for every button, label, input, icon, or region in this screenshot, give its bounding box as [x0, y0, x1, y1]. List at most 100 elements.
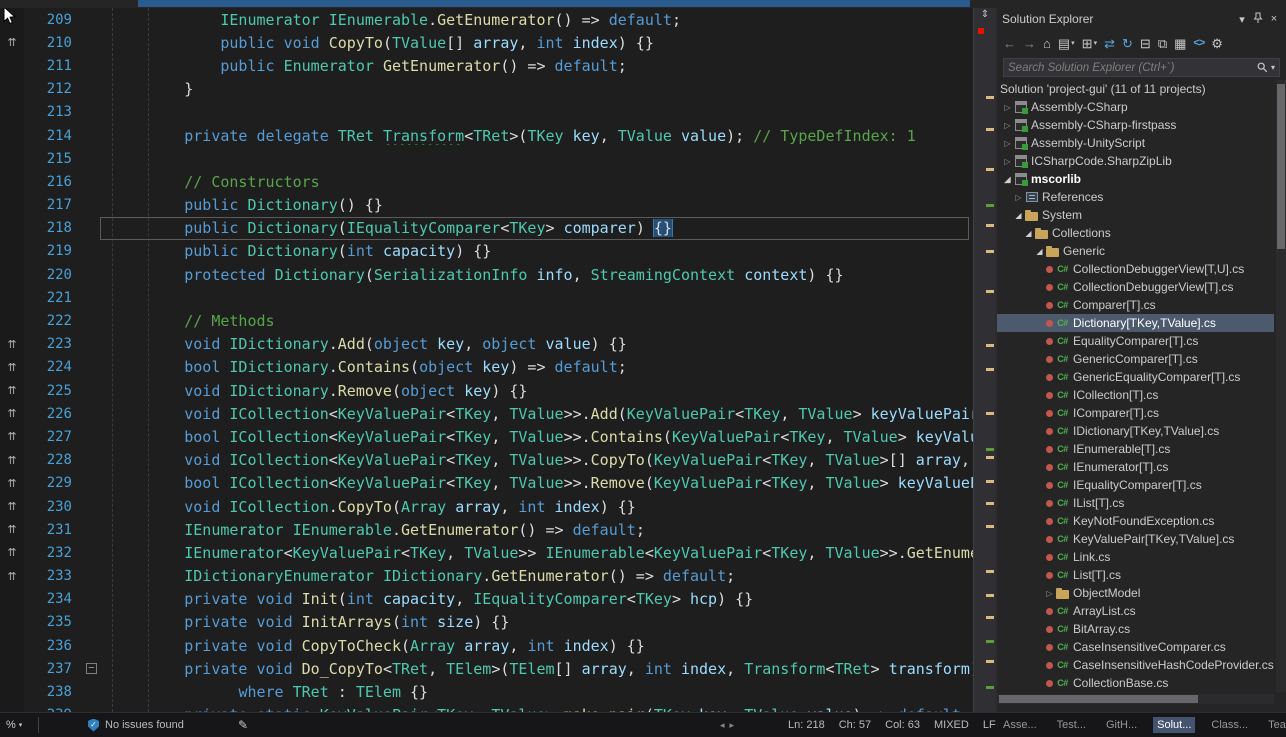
tree-item[interactable]: C#ArrayList.cs [997, 602, 1274, 620]
code-line[interactable]: 218 public Dictionary(IEqualityComparer<… [0, 217, 973, 240]
code-line[interactable]: 237– private void Do_CopyTo<TRet, TElem>… [0, 657, 973, 680]
implements-arrow-icon[interactable]: ⇈ [0, 425, 24, 448]
line-number[interactable]: 233 [24, 568, 78, 584]
glyph-margin[interactable] [0, 78, 24, 101]
tree-item[interactable]: C#CaseInsensitiveHashCodeProvider.cs [997, 656, 1274, 674]
tree-item[interactable]: ▷References [997, 188, 1274, 206]
tree-project[interactable]: ▷Assembly-CSharp-firstpass [997, 116, 1274, 134]
filter-icon[interactable]: ⊞▾ [1082, 37, 1097, 50]
code-line[interactable]: ⇈224 bool IDictionary.Contains(object ke… [0, 356, 973, 379]
tree-item[interactable]: C#IDictionary[TKey,TValue].cs [997, 422, 1274, 440]
scroll-right-icon[interactable]: ▸ [730, 720, 735, 731]
expander-closed-icon[interactable]: ▷ [1002, 103, 1013, 112]
close-icon[interactable]: × [1266, 13, 1282, 25]
tree-project[interactable]: ▷ICSharpCode.SharpZipLib [997, 152, 1274, 170]
panel-title-bar[interactable]: Solution Explorer ▾ × [997, 8, 1286, 30]
code-line[interactable]: 209 IEnumerator IEnumerable.GetEnumerato… [0, 8, 973, 31]
line-number[interactable]: 218 [24, 220, 78, 236]
implements-arrow-icon[interactable]: ⇈ [0, 495, 24, 518]
glyph-margin[interactable] [0, 170, 24, 193]
code-line[interactable]: ⇈225 void IDictionary.Remove(object key)… [0, 379, 973, 402]
code-line[interactable]: 212 } [0, 78, 973, 101]
implements-arrow-icon[interactable]: ⇈ [0, 518, 24, 541]
glyph-margin[interactable] [0, 124, 24, 147]
tree-folder[interactable]: ▷ObjectModel [997, 584, 1274, 602]
line-number[interactable]: 220 [24, 267, 78, 283]
line-number[interactable]: 209 [24, 12, 78, 28]
search-options-caret-icon[interactable]: ▾ [1271, 63, 1275, 72]
implements-arrow-icon[interactable]: ⇈ [0, 402, 24, 425]
implements-arrow-icon[interactable]: ⇈ [0, 333, 24, 356]
code-line[interactable]: ⇈226 void ICollection<KeyValuePair<TKey,… [0, 402, 973, 425]
tree-item[interactable]: C#Comparer[T].cs [997, 296, 1274, 314]
tree-item[interactable]: C#ICollection[T].cs [997, 386, 1274, 404]
tree-item[interactable]: C#KeyNotFoundException.cs [997, 512, 1274, 530]
view-code-icon[interactable]: <> [1193, 38, 1204, 49]
line-number[interactable]: 212 [24, 81, 78, 97]
code-line[interactable]: 222 // Methods [0, 309, 973, 332]
document-health[interactable]: ✓ No issues found [88, 713, 184, 737]
search-input[interactable] [1008, 62, 1257, 74]
line-number[interactable]: 226 [24, 406, 78, 422]
tree-item[interactable]: C#GenericComparer[T].cs [997, 350, 1274, 368]
line-number[interactable]: 222 [24, 313, 78, 329]
tree-item[interactable]: C#EqualityComparer[T].cs [997, 332, 1274, 350]
line-number[interactable]: 221 [24, 290, 78, 306]
implements-arrow-icon[interactable]: ⇈ [0, 379, 24, 402]
expander-closed-icon[interactable]: ▷ [1002, 157, 1013, 166]
glyph-margin[interactable] [0, 611, 24, 634]
line-number[interactable]: 225 [24, 383, 78, 399]
forward-icon[interactable]: → [1023, 37, 1036, 50]
code-line[interactable]: ⇈229 bool ICollection<KeyValuePair<TKey,… [0, 472, 973, 495]
panel-tab[interactable]: Solut... [1153, 717, 1195, 733]
code-line[interactable]: ⇈228 void ICollection<KeyValuePair<TKey,… [0, 449, 973, 472]
panel-tab[interactable]: Test... [1053, 717, 1090, 733]
sync-with-active-document-icon[interactable]: ⇄ [1104, 37, 1115, 50]
glyph-margin[interactable] [0, 309, 24, 332]
show-all-files-icon[interactable]: ▦ [1174, 37, 1186, 50]
scrollbar-thumb[interactable] [999, 695, 1198, 703]
fold-collapse-button[interactable]: – [86, 663, 97, 674]
home-icon[interactable]: ⌂ [1043, 37, 1051, 50]
line-number[interactable]: 231 [24, 522, 78, 538]
edit-pencil-icon[interactable]: ✎ [238, 713, 248, 737]
glyph-margin[interactable] [0, 101, 24, 124]
pin-icon[interactable] [1250, 12, 1266, 27]
implements-arrow-icon[interactable]: ⇈ [0, 565, 24, 588]
code-line[interactable]: 216 // Constructors [0, 170, 973, 193]
implements-arrow-icon[interactable]: ⇈ [0, 541, 24, 564]
window-position-icon[interactable]: ▾ [1234, 13, 1250, 26]
code-line[interactable]: ⇈227 bool ICollection<KeyValuePair<TKey,… [0, 425, 973, 448]
code-line[interactable]: 221 [0, 286, 973, 309]
tree-item[interactable]: C#IEnumerator[T].cs [997, 458, 1274, 476]
glyph-margin[interactable] [0, 54, 24, 77]
glyph-margin[interactable] [0, 240, 24, 263]
expander-open-icon[interactable]: ◢ [1002, 175, 1013, 184]
code-line[interactable]: 238 where TRet : TElem {} [0, 680, 973, 703]
implements-arrow-icon[interactable]: ⇈ [0, 449, 24, 472]
line-number[interactable]: 210 [24, 35, 78, 51]
code-line[interactable]: 217 public Dictionary() {} [0, 194, 973, 217]
glyph-margin[interactable] [0, 263, 24, 286]
code-line[interactable]: 219 public Dictionary(int capacity) {} [0, 240, 973, 263]
search-box[interactable]: ▾ [1003, 58, 1280, 77]
tree-item[interactable]: C#CollectionDebuggerView[T].cs [997, 278, 1274, 296]
glyph-margin[interactable] [0, 217, 24, 240]
implements-arrow-icon[interactable]: ⇈ [0, 356, 24, 379]
panel-tab[interactable]: Asse... [999, 717, 1041, 733]
expander-open-icon[interactable]: ◢ [1023, 229, 1034, 238]
line-number[interactable]: 230 [24, 499, 78, 515]
tree-item[interactable]: C#Link.cs [997, 548, 1274, 566]
expander-open-icon[interactable]: ◢ [1034, 247, 1045, 256]
line-number[interactable]: 213 [24, 104, 78, 120]
zoom-select[interactable]: % ▾ [6, 713, 22, 737]
line-number[interactable]: 228 [24, 452, 78, 468]
tree-folder[interactable]: ◢Collections [997, 224, 1274, 242]
code-editor[interactable]: 209 IEnumerator IEnumerable.GetEnumerato… [0, 8, 973, 712]
panel-tab[interactable]: Tea... [1264, 717, 1286, 733]
line-number[interactable]: 216 [24, 174, 78, 190]
refresh-icon[interactable]: ↻ [1122, 37, 1133, 50]
code-line[interactable]: ⇈230 void ICollection.CopyTo(Array array… [0, 495, 973, 518]
code-line[interactable]: 239 private static KeyValuePair<TKey, TV… [0, 704, 973, 712]
code-line[interactable]: 213 [0, 101, 973, 124]
